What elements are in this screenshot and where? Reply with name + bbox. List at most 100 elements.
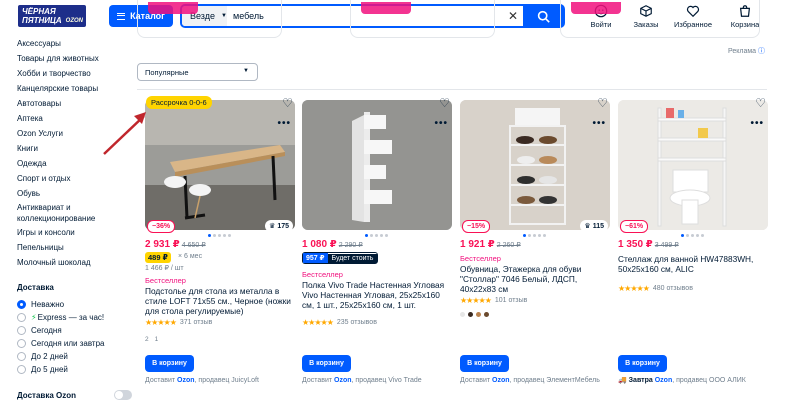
more-options-icon[interactable]: ••• — [277, 118, 291, 129]
bathroom-rack-image — [618, 100, 768, 230]
seller-name[interactable]: , продавец ООО АЛИК — [672, 377, 746, 384]
sidebar-item[interactable]: Пепельницы — [17, 240, 132, 255]
ad-card-button[interactable] — [361, 2, 411, 14]
color-swatches[interactable] — [460, 312, 489, 317]
bestseller-label: Бестселлер — [145, 276, 186, 285]
search-button[interactable] — [523, 6, 563, 26]
sidebar-item[interactable]: Одежда — [17, 156, 132, 171]
product-title[interactable]: Подстолье для стола из металла в стиле L… — [145, 286, 295, 316]
ad-card[interactable] — [560, 0, 760, 38]
image-pagination[interactable] — [365, 234, 388, 237]
product-card[interactable]: ♡ ••• −61% 1 350 ₽3 499 ₽ Стеллаж для ва… — [618, 94, 768, 400]
favorite-heart-icon[interactable]: ♡ — [282, 96, 293, 110]
sidebar-item[interactable]: Спорт и отдых — [17, 171, 132, 186]
will-cost-value: 957 ₽ — [303, 253, 328, 263]
bestseller-label: Бестселлер — [460, 254, 501, 263]
sidebar-item[interactable]: Молочный шоколад — [17, 255, 132, 270]
rating[interactable]: ★★★★★ 101 отзыв — [460, 296, 527, 305]
sidebar-item[interactable]: Игры и консоли — [17, 225, 132, 240]
ad-card-button[interactable] — [571, 2, 621, 14]
installment-promo-badge: Рассрочка 0-0-6 — [146, 96, 212, 109]
will-cost-badge: 957 ₽ Будет стоить — [302, 252, 379, 264]
favorite-heart-icon[interactable]: ♡ — [439, 96, 450, 110]
image-pagination[interactable] — [208, 234, 231, 237]
product-card[interactable]: ♡ ••• −36% ♛ 175 2 931 ₽4 650 ₽ 489 ₽ × 6… — [145, 94, 295, 400]
current-price: 1 921 ₽ — [460, 239, 495, 250]
color-swatch[interactable] — [460, 312, 465, 317]
rating[interactable]: ★★★★★ 480 отзывов — [618, 284, 693, 293]
product-title[interactable]: Обувница, Этажерка для обуви "Столлар" 7… — [460, 264, 610, 294]
seller-name[interactable]: , продавец Vivo Trade — [352, 377, 422, 384]
more-options-icon[interactable]: ••• — [750, 118, 764, 129]
delivery-info: Доставит Ozon, продавец ЭлементМебель — [460, 376, 600, 385]
delivery-text: Доставит — [302, 377, 333, 384]
ozon-delivery-filter: Доставка Ozon — [17, 390, 132, 400]
sidebar-item[interactable]: Обувь — [17, 186, 132, 201]
color-swatch[interactable] — [476, 312, 481, 317]
sidebar-item[interactable]: Товары для животных — [17, 51, 132, 66]
seller-name[interactable]: , продавец ЭлементМебель — [510, 377, 600, 384]
more-options-icon[interactable]: ••• — [592, 118, 606, 129]
product-title[interactable]: Стеллаж для ванной HW47883WH, 50x25x160 … — [618, 254, 768, 274]
delivery-info: Доставит Ozon, продавец JuicyLoft — [145, 376, 259, 385]
variant-page[interactable]: 1 — [155, 336, 159, 343]
image-pagination[interactable] — [523, 234, 546, 237]
unit-price: 1 466 ₽ / шт — [145, 265, 184, 272]
sidebar-item[interactable]: Аксессуары — [17, 36, 132, 51]
points-badge: ♛ 175 — [265, 220, 293, 232]
add-to-cart-button[interactable]: В корзину — [145, 355, 194, 372]
ozon-delivery-toggle[interactable] — [114, 390, 132, 400]
ad-card-button[interactable] — [148, 2, 198, 14]
close-icon[interactable]: ✕ — [503, 9, 523, 23]
logo-text: ЧЁРНАЯ ПЯТНИЦА — [22, 7, 62, 25]
sort-select[interactable]: Популярные ▼ — [137, 63, 258, 81]
color-swatch[interactable] — [484, 312, 489, 317]
ozon-delivery-label: Доставка Ozon — [17, 390, 76, 400]
variant-page[interactable]: 2 — [145, 336, 149, 343]
sidebar-item[interactable]: Хобби и творчество — [17, 66, 132, 81]
delivery-option[interactable]: До 5 дней — [17, 363, 132, 376]
product-card[interactable]: ♡ ••• 1 080 ₽2 290 ₽ 957 ₽ Будет стоить Б… — [302, 94, 452, 400]
product-image[interactable] — [618, 100, 768, 230]
add-to-cart-button[interactable]: В корзину — [302, 355, 351, 372]
favorite-heart-icon[interactable]: ♡ — [755, 96, 766, 110]
rating[interactable]: ★★★★★ 235 отзывов — [302, 318, 377, 327]
delivery-option[interactable]: Неважно — [17, 298, 132, 311]
radio-icon — [17, 326, 26, 335]
variant-pages[interactable]: 21 — [145, 336, 158, 343]
delivery-option[interactable]: Сегодня или завтра — [17, 337, 132, 350]
product-image[interactable] — [302, 100, 452, 230]
sidebar: Аксессуары Товары для животных Хобби и т… — [17, 36, 132, 400]
product-image[interactable] — [145, 100, 295, 230]
color-swatch[interactable] — [468, 312, 473, 317]
discount-badge: −15% — [462, 220, 491, 233]
seller-name[interactable]: , продавец JuicyLoft — [195, 377, 259, 384]
delivery-brand: Ozon — [654, 377, 673, 384]
ad-card[interactable] — [350, 0, 495, 38]
logo[interactable]: ЧЁРНАЯ ПЯТНИЦА OZON — [18, 5, 86, 27]
product-title[interactable]: Полка Vivo Trade Настенная Угловая Vivo … — [302, 280, 452, 310]
product-card[interactable]: ♡ ••• −15% ♛ 115 1 921 ₽2 260 ₽ Бестселле… — [460, 94, 610, 400]
delivery-option-label: Неважно — [31, 300, 65, 309]
favorite-heart-icon[interactable]: ♡ — [597, 96, 608, 110]
delivery-text: Завтра — [628, 377, 653, 384]
ad-card[interactable] — [137, 0, 282, 38]
delivery-option[interactable]: Сегодня — [17, 324, 132, 337]
more-options-icon[interactable]: ••• — [434, 118, 448, 129]
sidebar-item[interactable]: Канцелярские товары — [17, 81, 132, 96]
image-pagination[interactable] — [681, 234, 704, 237]
sidebar-item[interactable]: Антиквариат и коллекционирование — [17, 201, 132, 225]
radio-icon — [17, 352, 26, 361]
add-to-cart-button[interactable]: В корзину — [460, 355, 509, 372]
bestseller-label: Бестселлер — [302, 270, 343, 279]
ad-label[interactable]: Реклама ⓘ — [728, 46, 765, 56]
old-price: 3 499 ₽ — [654, 242, 679, 249]
reviews-count: 371 отзыв — [179, 319, 213, 326]
rating[interactable]: ★★★★★ 371 отзыв — [145, 318, 212, 327]
product-image[interactable] — [460, 100, 610, 230]
delivery-option[interactable]: До 2 дней — [17, 350, 132, 363]
old-price: 2 290 ₽ — [338, 242, 363, 249]
add-to-cart-button[interactable]: В корзину — [618, 355, 667, 372]
delivery-option[interactable]: ⚡ Express — за час! — [17, 311, 132, 324]
current-price: 1 080 ₽ — [302, 239, 337, 250]
